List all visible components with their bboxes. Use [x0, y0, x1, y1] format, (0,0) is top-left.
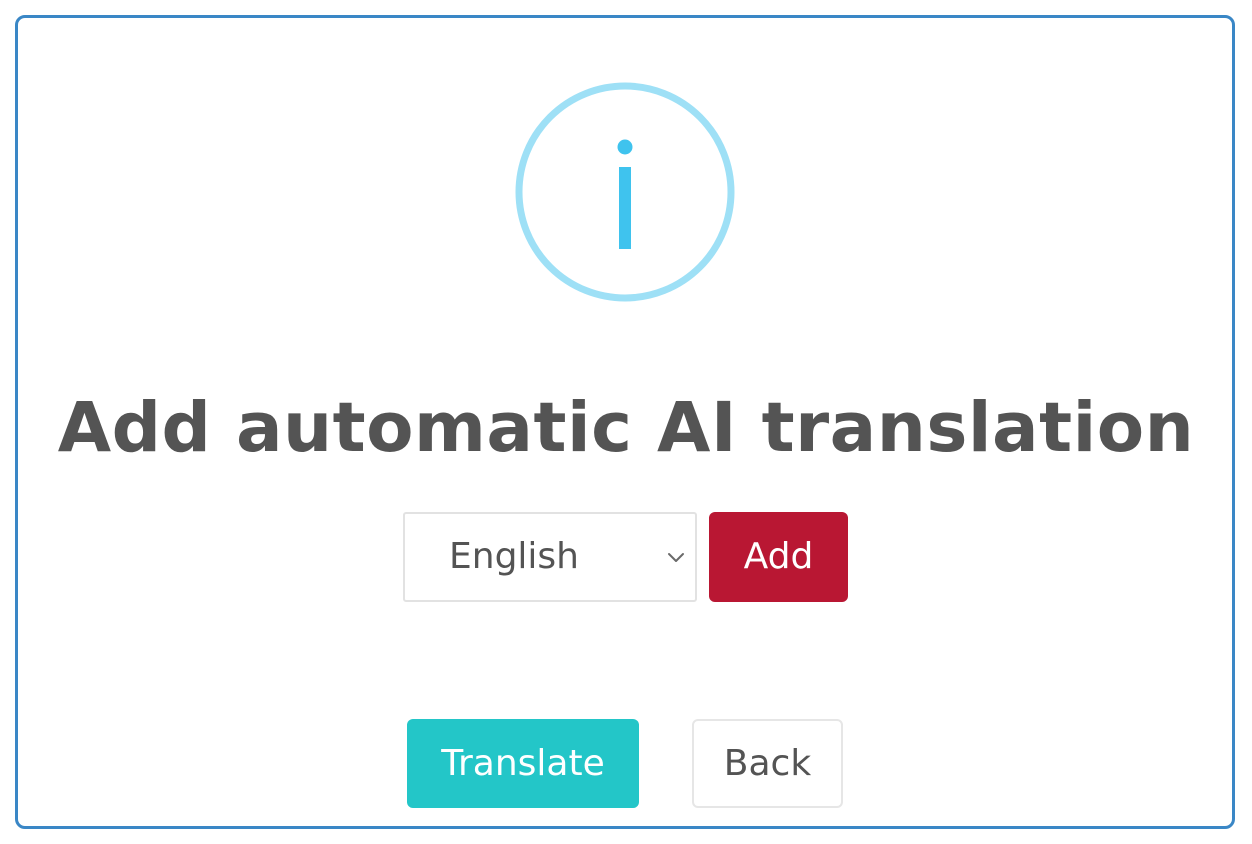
- dialog-title: Add automatic AI translation: [57, 388, 1195, 468]
- back-button[interactable]: Back: [692, 719, 843, 808]
- chevron-down-icon: [668, 553, 684, 562]
- info-icon: [515, 82, 735, 302]
- translate-button[interactable]: Translate: [407, 719, 639, 808]
- language-select[interactable]: English: [403, 512, 697, 602]
- add-button[interactable]: Add: [709, 512, 848, 602]
- language-select-value: English: [449, 536, 579, 577]
